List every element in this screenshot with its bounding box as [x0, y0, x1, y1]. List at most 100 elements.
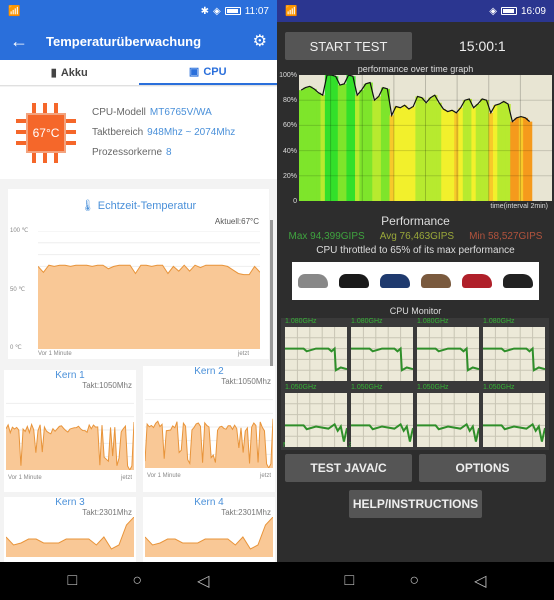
performance-bar [363, 83, 369, 201]
performance-bar [333, 76, 339, 201]
performance-bar [497, 103, 503, 201]
help-instructions-button[interactable]: HELP/INSTRUCTIONS [349, 490, 482, 518]
vibrate-icon: ◈ [213, 5, 221, 17]
performance-bar [324, 75, 330, 201]
core-monitor-graph [417, 393, 480, 447]
cpu-model-value: MT6765V/WA [149, 107, 212, 118]
chip-pin [32, 103, 36, 113]
core-area [6, 517, 134, 557]
y-tick: 50 ℃ [10, 287, 26, 293]
chip-pin [16, 119, 26, 123]
status-time: 16:09 [520, 5, 546, 17]
ad-product-image[interactable] [462, 274, 493, 288]
ad-product-image[interactable] [503, 274, 534, 288]
back-triangle-icon[interactable]: ◁ [197, 571, 209, 591]
performance-bar [424, 102, 429, 201]
test-timer: 15:00:1 [459, 38, 506, 54]
performance-bar [441, 109, 447, 201]
performance-bar [411, 106, 416, 201]
back-triangle-icon[interactable]: ◁ [474, 571, 486, 591]
cpu-temperature: 67°C [26, 113, 66, 153]
performance-bar [518, 116, 524, 201]
y-tick: 100 ℃ [10, 228, 29, 234]
gear-icon[interactable]: ⚙ [253, 31, 267, 51]
status-bar: 📶 ✱ ◈ 11:07 [0, 0, 277, 22]
tab-label: Akku [60, 66, 88, 79]
performance-bar [467, 98, 472, 201]
performance-bar [514, 117, 520, 201]
chip-icon: ▣ [188, 66, 200, 78]
options-button[interactable]: OPTIONS [419, 454, 546, 482]
tab-cpu[interactable]: ▣ CPU [138, 60, 277, 85]
bluetooth-icon: ✱ [200, 5, 209, 17]
start-test-button[interactable]: START TEST [285, 32, 412, 60]
clock-range-label: Taktbereich [92, 127, 144, 138]
performance-title: Performance [381, 214, 450, 228]
core-frequency-label: 1.050GHz [285, 384, 317, 391]
recents-square-icon[interactable]: □ [68, 572, 78, 590]
recents-square-icon[interactable]: □ [345, 572, 355, 590]
core-chart [144, 516, 274, 557]
performance-bar [492, 105, 498, 201]
advertisement-banner[interactable] [292, 262, 539, 300]
performance-bar [311, 88, 317, 201]
ad-product-image[interactable] [421, 274, 452, 288]
core-frequency-label: 1.080GHz [417, 318, 449, 325]
performance-bar [527, 121, 533, 201]
max-performance: Max 94,399GIPS [288, 231, 365, 242]
chip-pin [43, 153, 47, 163]
performance-bar [342, 83, 347, 201]
y-tick: 80% [282, 97, 297, 105]
chip-pin [66, 119, 76, 123]
temperature-area [38, 265, 260, 349]
performance-bar [449, 110, 455, 201]
back-arrow-icon[interactable]: ← [10, 31, 46, 52]
core-area [145, 517, 273, 557]
cores-label: Prozessorkerne [92, 147, 163, 158]
core-monitor-graph [483, 327, 546, 381]
core-frequency-label: 1.080GHz [285, 318, 317, 325]
tab-akku[interactable]: ▮ Akku [0, 60, 139, 85]
core-frequency-label: 1.080GHz [351, 318, 383, 325]
status-bar: 📶 ◈ 16:09 [277, 0, 554, 22]
ad-product-image[interactable] [379, 274, 410, 288]
ad-product-image[interactable] [297, 274, 328, 288]
frequency-line [285, 422, 348, 442]
chip-pin [66, 141, 76, 145]
performance-bar [393, 106, 399, 201]
core-clock: Takt:2301Mhz [221, 508, 271, 517]
tab-bar: ▮ Akku ▣ CPU [0, 60, 277, 86]
ad-product-image[interactable] [338, 274, 369, 288]
performance-bar [385, 88, 391, 201]
y-tick: 40% [282, 147, 297, 155]
performance-bar [458, 107, 464, 201]
core-monitor-graph [351, 393, 414, 447]
app-bar: ← Temperaturüberwachung ⚙ [0, 22, 277, 60]
core-title: Kern 2 [194, 366, 224, 377]
performance-bar [501, 101, 507, 201]
core-clock: Takt:1050Mhz [82, 381, 132, 390]
y-tick: 60% [282, 122, 297, 130]
scrollbar[interactable] [270, 220, 273, 370]
x-end-label: jetzt [259, 473, 271, 479]
cpu-monitor: MAX CPU CLOCK:2.300GHz 1.080GHz1.080GHz1… [281, 318, 549, 450]
performance-bar [428, 97, 434, 201]
cpu-throttling-test-app: 📶 ◈ 16:09 START TEST 15:00:1 performance … [277, 0, 554, 600]
performance-bar [454, 112, 459, 201]
home-circle-icon[interactable]: ○ [132, 572, 142, 590]
test-java-c-button[interactable]: TEST JAVA/C [285, 454, 412, 482]
tab-label: CPU [203, 65, 227, 78]
performance-bar [307, 86, 313, 201]
min-performance: Min 58,527GIPS [469, 231, 543, 242]
battery-icon [224, 7, 241, 15]
home-circle-icon[interactable]: ○ [409, 572, 419, 590]
performance-bar [488, 112, 494, 201]
core-monitor-graph [285, 393, 348, 447]
core-clock: Takt:1050Mhz [221, 377, 271, 386]
performance-bar [303, 87, 309, 201]
performance-bar [475, 103, 481, 201]
performance-bar [419, 97, 425, 201]
battery-icon: ▮ [50, 67, 57, 79]
avg-performance: Avg 76,463GIPS [379, 231, 455, 242]
chip-pin [43, 103, 47, 113]
